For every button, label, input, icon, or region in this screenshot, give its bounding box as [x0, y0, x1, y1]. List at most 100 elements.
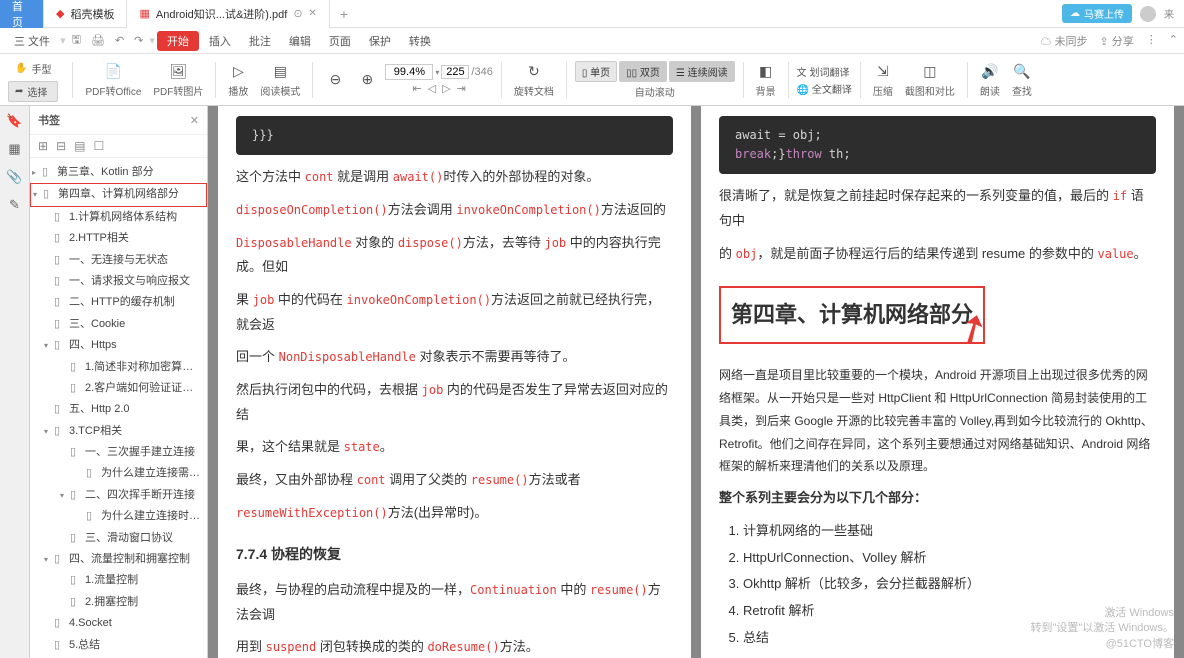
find-button[interactable]: 🔍查找 — [1008, 61, 1036, 98]
page-input[interactable] — [441, 65, 469, 79]
read-aloud[interactable]: 🔊朗读 — [976, 61, 1004, 98]
document-area[interactable]: ➚ }}} 这个方法中 cont 就是调用 await()时传入的外部协程的对象… — [208, 106, 1184, 658]
bookmark-item[interactable]: ▯为什么建立连接需要三次握手? — [30, 463, 207, 484]
template-icon: ◆ — [56, 7, 64, 20]
bookmark-label: 2.HTTP相关 — [69, 231, 129, 246]
bookmark-item[interactable]: ▾▯二、四次挥手断开连接 — [30, 485, 207, 506]
single-page-icon: ▯ — [582, 68, 588, 79]
sidebar-close-icon[interactable]: ✕ — [190, 114, 199, 127]
bookmark-item[interactable]: ▯三、Cookie — [30, 314, 207, 335]
rotate-button[interactable]: ↻旋转文档 — [510, 61, 558, 98]
auto-scroll[interactable]: 自动滚动 — [635, 88, 675, 99]
hand-tool[interactable]: ✋手型 — [8, 58, 58, 79]
continuous-read[interactable]: ☰ 连续阅读 — [669, 61, 735, 82]
pdf-to-image[interactable]: 🖼PDF转图片 — [149, 61, 207, 98]
menu-protect[interactable]: 保护 — [361, 30, 399, 52]
close-icon[interactable]: ✕ — [309, 8, 317, 19]
bookmark-item[interactable]: ▸▯第三章、Kotlin 部分 — [30, 162, 207, 183]
background-button[interactable]: ◧背景 — [752, 61, 780, 98]
bookmark-tool-icon[interactable]: ☐ — [93, 139, 104, 153]
thumbnail-tab-icon[interactable]: ▦ — [6, 140, 24, 158]
tree-arrow-icon: ▾ — [33, 189, 43, 200]
print-icon[interactable]: 🖨 — [87, 34, 109, 47]
bookmark-item[interactable]: ▯1.计算机网络体系结构 — [30, 207, 207, 228]
bookmark-item[interactable]: ▯1.流量控制 — [30, 570, 207, 591]
annotation-tab-icon[interactable]: ✎ — [6, 196, 24, 214]
share-button[interactable]: ⇪ 分享 — [1100, 33, 1134, 49]
code-block: }}} — [236, 116, 673, 155]
next-page-icon[interactable]: ▷ — [442, 82, 450, 95]
bookmark-tab-icon[interactable]: 🔖 — [6, 112, 24, 130]
bookmark-icon: ▯ — [70, 595, 82, 610]
tab-pdf[interactable]: ▦ Android知识...试&进阶).pdf ⊙ ✕ — [127, 0, 329, 28]
bookmark-icon: ▯ — [86, 466, 98, 481]
bookmark-item[interactable]: ▯2.拥塞控制 — [30, 592, 207, 613]
last-page-icon[interactable]: ⇥ — [457, 82, 466, 95]
translate-selection[interactable]: 文 划词翻译 — [797, 64, 852, 79]
menu-annotate[interactable]: 批注 — [241, 30, 279, 52]
bookmark-item[interactable]: ▾▯第四章、计算机网络部分 — [30, 183, 207, 206]
bookmark-item[interactable]: ▯5.总结 — [30, 635, 207, 656]
read-mode[interactable]: ▤阅读模式 — [256, 61, 304, 98]
double-page[interactable]: ▯▯ 双页 — [619, 61, 667, 82]
bookmark-item[interactable]: ▯二、HTTP的缓存机制 — [30, 292, 207, 313]
zoom-out[interactable]: ⊖ — [321, 70, 349, 90]
bookmark-item[interactable]: ▾▯3.TCP相关 — [30, 421, 207, 442]
play-button[interactable]: ▷播放 — [224, 61, 252, 98]
bookmark-item[interactable]: ▯五、Http 2.0 — [30, 399, 207, 420]
zoom-out-icon: ⊖ — [325, 70, 345, 90]
rotate-icon: ↻ — [524, 61, 544, 81]
bg-icon: ◧ — [756, 61, 776, 81]
tab-template[interactable]: ◆ 稻壳模板 — [44, 0, 127, 28]
menu-edit[interactable]: 编辑 — [281, 30, 319, 52]
user-label: 来 — [1164, 6, 1174, 21]
bookmark-item[interactable]: ▾▯四、Https — [30, 335, 207, 356]
bookmark-item[interactable]: ▯三、滑动窗口协议 — [30, 528, 207, 549]
avatar[interactable] — [1140, 6, 1156, 22]
bookmark-item[interactable]: ▯一、三次握手建立连接 — [30, 442, 207, 463]
pdf-to-office[interactable]: 📄PDF转Office — [81, 61, 145, 98]
bookmark-item[interactable]: ▯4.Socket — [30, 613, 207, 634]
menu-convert[interactable]: 转换 — [401, 30, 439, 52]
bookmark-icon: ▯ — [54, 338, 66, 353]
tab-add[interactable]: + — [330, 6, 358, 22]
more-icon[interactable]: ⋮ — [1146, 33, 1157, 49]
save-icon[interactable]: 🖫 — [68, 31, 85, 50]
bookmark-item[interactable]: ▯为什么建立连接时多了一次握手? — [30, 506, 207, 527]
menu-start[interactable]: 开始 — [157, 31, 199, 51]
bookmark-item[interactable]: ▯一、无连接与无状态 — [30, 250, 207, 271]
menu-insert[interactable]: 插入 — [201, 30, 239, 52]
file-menu[interactable]: 三 文件 — [6, 30, 58, 52]
attachment-tab-icon[interactable]: 📎 — [6, 168, 24, 186]
collapse-all-icon[interactable]: ⊟ — [56, 139, 66, 153]
tree-tool-icon[interactable]: ▤ — [74, 139, 85, 153]
zoom-in[interactable]: ⊕ — [353, 70, 381, 90]
chevron-down-icon[interactable]: ▾ — [435, 68, 439, 77]
bookmark-item[interactable]: ▯一、请求报文与响应报文 — [30, 271, 207, 292]
redo-icon[interactable]: ↷ — [130, 34, 147, 47]
sync-status[interactable]: ☁ 未同步 — [1040, 33, 1087, 49]
bookmark-item[interactable]: ▯2.客户端如何验证证书的合法性: — [30, 378, 207, 399]
single-page[interactable]: ▯ 单页 — [575, 61, 617, 82]
prev-page-icon[interactable]: ◁ — [428, 82, 436, 95]
bookmark-item[interactable]: ▯2.HTTP相关 — [30, 228, 207, 249]
bookmark-label: 三、Cookie — [69, 317, 125, 332]
translate-all[interactable]: 🌐 全文翻译 — [797, 81, 852, 96]
select-tool[interactable]: ➦选择 — [8, 81, 58, 102]
upload-button[interactable]: ☁ 马赛上传 — [1062, 4, 1132, 23]
tab-home[interactable]: 首页 — [0, 0, 44, 28]
menu-page[interactable]: 页面 — [321, 30, 359, 52]
first-page-icon[interactable]: ⇤ — [412, 82, 421, 95]
undo-icon[interactable]: ↶ — [111, 34, 128, 47]
chevron-up-icon[interactable]: ⌃ — [1169, 33, 1178, 49]
bookmark-item[interactable]: ▯1.简述非对称加密算法为什么安全... — [30, 357, 207, 378]
bookmark-label: 4.Socket — [69, 616, 112, 631]
compress-button[interactable]: ⇲压缩 — [869, 61, 897, 98]
cursor-icon: ➦ — [15, 86, 23, 97]
zoom-input[interactable] — [385, 64, 433, 80]
compare-button[interactable]: ◫截图和对比 — [901, 61, 959, 98]
expand-all-icon[interactable]: ⊞ — [38, 139, 48, 153]
bookmark-label: 1.简述非对称加密算法为什么安全... — [85, 360, 203, 375]
bookmark-item[interactable]: ▾▯四、流量控制和拥塞控制 — [30, 549, 207, 570]
tab-menu-icon[interactable]: ⊙ — [293, 7, 302, 20]
